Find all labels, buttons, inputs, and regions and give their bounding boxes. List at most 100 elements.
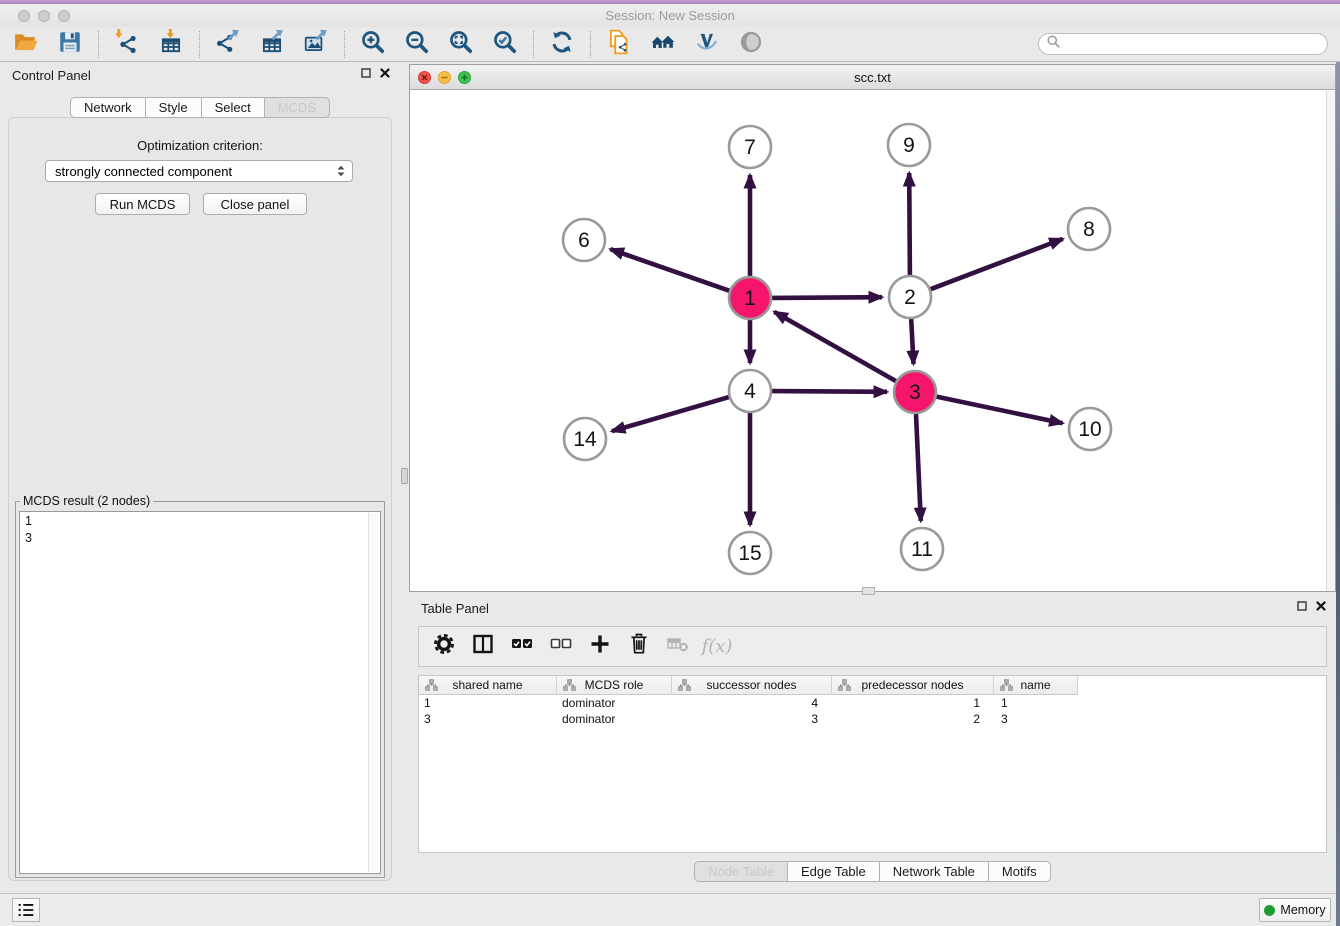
hide-panels-button[interactable] [689,29,725,59]
toolbar-separator [344,31,345,58]
cell-0-MCDS-role[interactable]: dominator [557,695,672,711]
optimization-criterion-select[interactable]: strongly connected component [45,160,353,182]
preview-button[interactable] [733,29,769,59]
edge-3-10[interactable] [937,397,1063,424]
export-table-button[interactable] [254,29,290,59]
refresh-network-button[interactable] [544,29,580,59]
tab-style[interactable]: Style [145,97,202,118]
edge-2-8[interactable] [931,239,1063,289]
open-session-icon [13,29,39,60]
export-network-icon [215,29,241,60]
deselect-all-button[interactable] [546,632,576,662]
edge-3-1[interactable] [774,312,896,381]
cell-1-successor-nodes[interactable]: 3 [672,711,832,727]
network-window-titlebar[interactable]: scc.txt [410,65,1335,90]
table-row[interactable]: 1dominator411 [419,695,1326,711]
tab-network-table[interactable]: Network Table [879,861,989,882]
dropdown-stepper-icon [333,163,349,179]
table-header-row: shared nameMCDS role successor nodes prede… [419,676,1326,695]
add-row-button[interactable] [585,632,615,662]
horizontal-splitter-grip[interactable] [862,587,875,595]
float-panel-icon[interactable] [361,68,371,78]
clone-network-button[interactable] [601,29,637,59]
result-scrollbar[interactable] [368,513,379,872]
tab-network[interactable]: Network [70,97,146,118]
zoom-out-icon [404,29,430,60]
node-label-1: 1 [744,287,756,310]
tab-select[interactable]: Select [201,97,265,118]
panel-splitter[interactable] [400,62,409,893]
edge-2-3[interactable] [911,319,913,364]
edge-2-9[interactable] [909,173,910,275]
export-network-button[interactable] [210,29,246,59]
network-vertical-scrollbar[interactable] [1326,91,1335,591]
tab-mcds[interactable]: MCDS [264,97,330,118]
zoom-in-button[interactable] [355,29,391,59]
home-button[interactable] [645,29,681,59]
close-panel-icon[interactable] [380,68,390,78]
tab-motifs[interactable]: Motifs [988,861,1051,882]
column-header-name[interactable]: name [994,676,1078,695]
open-session-button[interactable] [8,29,44,59]
search-input[interactable] [1061,35,1327,53]
cell-0-successor-nodes[interactable]: 4 [672,695,832,711]
import-table-button[interactable] [153,29,189,59]
column-header-MCDS-role[interactable]: MCDS role [557,676,672,695]
show-columns-button[interactable] [468,632,498,662]
select-all-button[interactable] [507,632,537,662]
search-box[interactable] [1038,33,1328,55]
column-header-predecessor-nodes[interactable]: predecessor nodes [832,676,994,695]
edge-4-14[interactable] [612,397,729,431]
cell-0-shared-name[interactable]: 1 [419,695,557,711]
mcds-result-title: MCDS result (2 nodes) [20,494,153,508]
edge-1-2[interactable] [772,297,882,298]
import-network-button[interactable] [109,29,145,59]
splitter-grip[interactable] [401,468,408,484]
node-label-11: 11 [911,538,933,561]
memory-button[interactable]: Memory [1259,898,1331,922]
cell-1-name[interactable]: 3 [994,711,1078,727]
network-view-window: scc.txt 1234678910111415 [409,64,1336,592]
cell-1-MCDS-role[interactable]: dominator [557,711,672,727]
edge-1-6[interactable] [610,249,729,291]
delete-table-button [663,632,693,662]
attribute-icon [563,679,576,695]
mcds-result-list[interactable]: 1 3 [19,511,381,874]
cell-1-predecessor-nodes[interactable]: 2 [832,711,994,727]
toolbar-separator [590,31,591,58]
delete-row-button[interactable] [624,632,654,662]
tab-edge-table[interactable]: Edge Table [787,861,880,882]
float-panel-icon[interactable] [1297,601,1307,611]
table-row[interactable]: 3dominator323 [419,711,1326,727]
node-label-4: 4 [744,380,756,403]
column-header-shared-name[interactable]: shared name [419,676,557,695]
zoom-selected-button[interactable] [487,29,523,59]
cell-0-predecessor-nodes[interactable]: 1 [832,695,994,711]
task-history-button[interactable] [12,898,40,922]
attribute-icon [838,679,851,695]
refresh-network-icon [549,29,575,60]
close-panel-icon[interactable] [1316,601,1326,611]
tab-node-table[interactable]: Node Table [694,861,788,882]
edge-3-11[interactable] [916,414,921,521]
edge-4-3[interactable] [772,391,887,392]
export-image-button[interactable] [298,29,334,59]
run-mcds-button[interactable]: Run MCDS [95,193,190,215]
cell-0-name[interactable]: 1 [994,695,1078,711]
preview-icon [738,29,764,60]
table-panel-titlebar: Table Panel [409,595,1336,621]
node-table: shared nameMCDS role successor nodes prede… [418,675,1327,853]
network-canvas[interactable]: 1234678910111415 [410,91,1335,591]
column-header-successor-nodes[interactable]: successor nodes [672,676,832,695]
zoom-fit-icon [448,29,474,60]
clone-network-icon [606,29,632,60]
zoom-fit-button[interactable] [443,29,479,59]
close-panel-button[interactable]: Close panel [203,193,307,215]
zoom-out-button[interactable] [399,29,435,59]
cell-1-shared-name[interactable]: 3 [419,711,557,727]
deselect-all-icon [549,632,573,661]
table-settings-button[interactable] [429,632,459,662]
network-window-title: scc.txt [410,70,1335,85]
save-session-button[interactable] [52,29,88,59]
column-label: successor nodes [706,678,796,692]
